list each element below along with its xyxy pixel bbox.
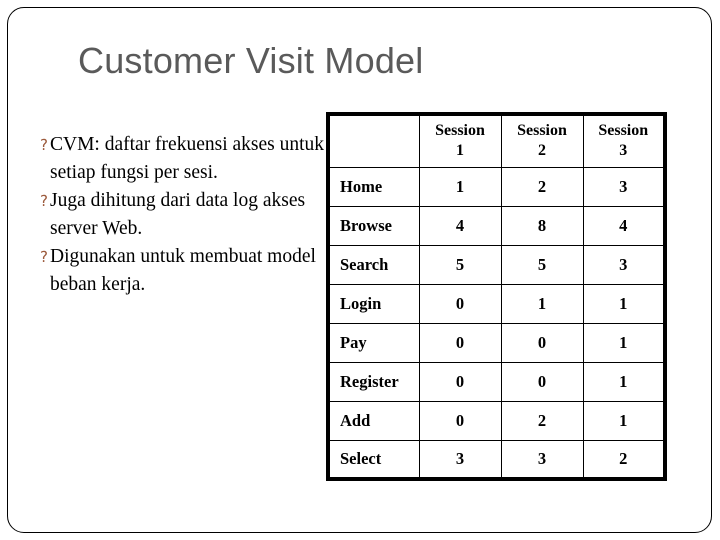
column-header-label: Session bbox=[435, 122, 485, 140]
table-row: Add 0 2 1 bbox=[327, 400, 666, 441]
cell-home-session-1: 1 bbox=[418, 166, 502, 207]
cell-select-session-3: 2 bbox=[582, 439, 666, 480]
row-label-search: Search bbox=[327, 244, 420, 285]
cell-login-session-1: 0 bbox=[418, 283, 502, 324]
cell-search-session-3: 3 bbox=[582, 244, 666, 285]
row-label-select: Select bbox=[327, 439, 420, 480]
cell-browse-session-1: 4 bbox=[418, 205, 502, 246]
column-header-session-3: Session 3 bbox=[582, 113, 666, 168]
leaf-ornament-bullet-icon: ؟ bbox=[40, 248, 48, 266]
column-header-number: 1 bbox=[456, 142, 464, 160]
cell-home-session-3: 3 bbox=[582, 166, 666, 207]
column-header-label: Session bbox=[598, 122, 649, 140]
table-row: Login 0 1 1 bbox=[327, 283, 666, 324]
cell-pay-session-2: 0 bbox=[500, 322, 584, 363]
list-item-label: CVM: daftar frekuensi akses untuk setiap… bbox=[50, 134, 325, 183]
list-item: ؟ CVM: daftar frekuensi akses untuk seti… bbox=[28, 131, 328, 187]
table-header-row: Session 1 Session 2 Session 3 bbox=[327, 113, 666, 168]
list-item: ؟ Digunakan untuk membuat model beban ke… bbox=[28, 243, 328, 299]
table-row: Browse 4 8 4 bbox=[327, 205, 666, 246]
page-title: Customer Visit Model bbox=[78, 40, 424, 81]
row-label-login: Login bbox=[327, 283, 420, 324]
cell-login-session-2: 1 bbox=[500, 283, 584, 324]
cell-add-session-2: 2 bbox=[500, 400, 584, 441]
list-item-label: Digunakan untuk membuat model beban kerj… bbox=[50, 246, 316, 295]
customer-visit-table: Session 1 Session 2 Session 3 Home 1 2 3… bbox=[326, 112, 667, 481]
bullet-list: ؟ CVM: daftar frekuensi akses untuk seti… bbox=[28, 131, 328, 299]
cell-pay-session-1: 0 bbox=[418, 322, 502, 363]
row-label-browse: Browse bbox=[327, 205, 420, 246]
table-row: Pay 0 0 1 bbox=[327, 322, 666, 363]
column-header-number: 2 bbox=[538, 142, 546, 160]
table-row: Home 1 2 3 bbox=[327, 166, 666, 207]
cell-browse-session-2: 8 bbox=[500, 205, 584, 246]
cell-select-session-1: 3 bbox=[418, 439, 502, 480]
table-row: Search 5 5 3 bbox=[327, 244, 666, 285]
leaf-ornament-bullet-icon: ؟ bbox=[40, 192, 48, 210]
cell-register-session-1: 0 bbox=[418, 361, 502, 402]
column-header-session-2: Session 2 bbox=[500, 113, 584, 168]
table-body: Home 1 2 3 Browse 4 8 4 Search 5 5 3 Log… bbox=[327, 166, 666, 480]
row-label-home: Home bbox=[327, 166, 420, 207]
column-header-label: Session bbox=[517, 122, 567, 140]
column-header-session-1: Session 1 bbox=[418, 113, 502, 168]
cell-register-session-3: 1 bbox=[582, 361, 666, 402]
cell-browse-session-3: 4 bbox=[582, 205, 666, 246]
cell-add-session-1: 0 bbox=[418, 400, 502, 441]
cell-add-session-3: 1 bbox=[582, 400, 666, 441]
cell-register-session-2: 0 bbox=[500, 361, 584, 402]
cell-search-session-1: 5 bbox=[418, 244, 502, 285]
column-header-number: 3 bbox=[619, 142, 628, 160]
row-label-pay: Pay bbox=[327, 322, 420, 363]
cell-pay-session-3: 1 bbox=[582, 322, 666, 363]
cell-login-session-3: 1 bbox=[582, 283, 666, 324]
slide-canvas: Customer Visit Model ؟ CVM: daftar freku… bbox=[0, 0, 720, 540]
row-label-add: Add bbox=[327, 400, 420, 441]
table-row: Register 0 0 1 bbox=[327, 361, 666, 402]
row-label-register: Register bbox=[327, 361, 420, 402]
cell-home-session-2: 2 bbox=[500, 166, 584, 207]
leaf-ornament-bullet-icon: ؟ bbox=[40, 136, 48, 154]
table-header: Session 1 Session 2 Session 3 bbox=[327, 113, 666, 168]
list-item-label: Juga dihitung dari data log akses server… bbox=[50, 190, 306, 239]
cell-select-session-2: 3 bbox=[500, 439, 584, 480]
customer-visit-table-container: Session 1 Session 2 Session 3 Home 1 2 3… bbox=[326, 112, 667, 481]
list-item: ؟ Juga dihitung dari data log akses serv… bbox=[28, 187, 328, 243]
cell-search-session-2: 5 bbox=[500, 244, 584, 285]
table-corner-cell bbox=[327, 113, 420, 168]
table-row: Select 3 3 2 bbox=[327, 439, 666, 480]
